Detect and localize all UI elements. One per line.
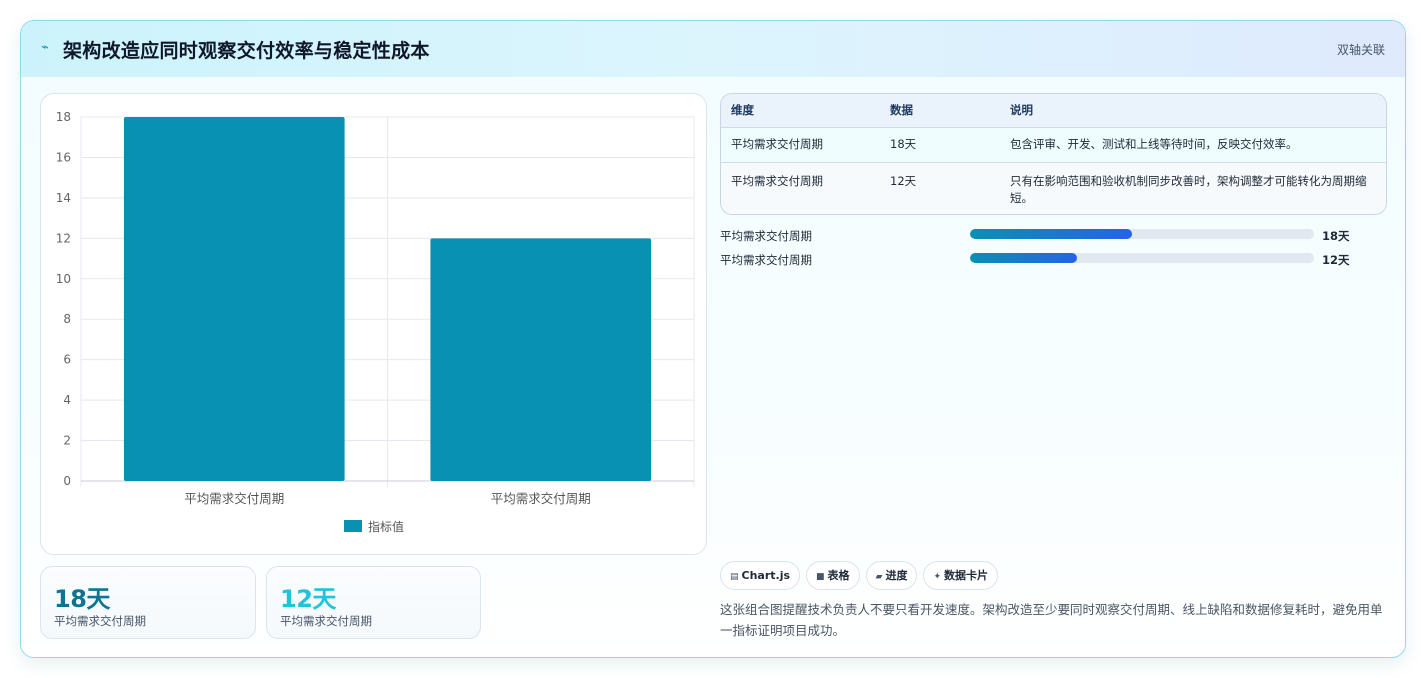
progress-label: 平均需求交付周期	[720, 253, 812, 267]
y-tick-label: 8	[63, 312, 71, 326]
report-card: ⌁ 架构改造应同时观察交付效率与稳定性成本 双轴关联 0 2 4 6 8 10 12 14 16…	[20, 20, 1406, 658]
tag-progress[interactable]: ▰ 进度	[865, 561, 918, 590]
bar	[430, 238, 652, 481]
progress-icon: ▰	[875, 572, 883, 582]
tag-label: Chart.js	[741, 569, 791, 582]
y-tick-label: 16	[56, 150, 71, 164]
progress-label: 平均需求交付周期	[720, 229, 812, 243]
tag-label: 数据卡片	[944, 569, 989, 582]
table-header-row: 维度 数据 说明	[721, 94, 1386, 127]
y-tick-label: 2	[63, 434, 71, 448]
chart-icon: ▤	[730, 572, 739, 582]
tag-label: 表格	[827, 569, 850, 582]
progress-fill	[970, 253, 1077, 263]
kpi-value: 12天	[280, 585, 336, 613]
kpi-label: 平均需求交付周期	[54, 614, 146, 628]
progress-row: 平均需求交付周期 12天	[720, 250, 1387, 274]
y-tick-label: 4	[63, 393, 71, 407]
progress-value: 18天	[1322, 229, 1350, 243]
table-cell: 18天	[890, 137, 917, 151]
table-row: 平均需求交付周期 18天 包含评审、开发、测试和上线等待时间，反映交付效率。	[721, 127, 1386, 162]
table-header-cell: 说明	[1010, 103, 1033, 118]
y-tick-label: 0	[63, 474, 71, 488]
progress-value: 12天	[1322, 253, 1350, 267]
table-cell: 包含评审、开发、测试和上线等待时间，反映交付效率。	[1010, 137, 1298, 151]
table-header-cell: 数据	[890, 103, 913, 118]
y-tick-label: 6	[63, 353, 71, 367]
legend-swatch	[344, 520, 362, 532]
y-tick-label: 14	[56, 191, 71, 205]
y-tick-label: 12	[56, 231, 71, 245]
table-row: 平均需求交付周期 12天 只有在影响范围和验收机制同步改善时，架构调整才可能转化…	[721, 162, 1386, 214]
data-table: 维度 数据 说明 平均需求交付周期 18天 包含评审、开发、测试和上线等待时间，…	[720, 93, 1387, 215]
table-cell: 12天	[890, 173, 917, 188]
table-cell: 平均需求交付周期	[731, 137, 823, 151]
kpi-card: 12天 平均需求交付周期	[266, 566, 481, 639]
table-cell: 只有在影响范围和验收机制同步改善时，架构调整才可能转化为周期缩短。	[1010, 173, 1367, 205]
legend-label: 指标值	[368, 519, 404, 534]
tag-chartjs[interactable]: ▤ Chart.js	[720, 561, 801, 590]
y-tick-label: 10	[56, 272, 71, 286]
table-cell: 平均需求交付周期	[731, 173, 823, 188]
progress-row: 平均需求交付周期 18天	[720, 226, 1387, 250]
kpi-value: 18天	[54, 585, 110, 613]
card-header: ⌁ 架构改造应同时观察交付效率与稳定性成本 双轴关联	[21, 21, 1405, 77]
tag-table[interactable]: ■ 表格	[806, 561, 860, 590]
bar-chart: 0 2 4 6 8 10 12 14 16 18 平均需求交付周期 平均需求交付周期指标值	[56, 110, 695, 534]
bar	[123, 117, 345, 481]
header-tag: 双轴关联	[1336, 43, 1385, 57]
y-tick-label: 18	[56, 110, 71, 124]
tag-data-card[interactable]: ✦ 数据卡片	[923, 561, 999, 590]
tag-label: 进度	[885, 569, 908, 582]
kpi-label: 平均需求交付周期	[280, 614, 372, 628]
table-icon: ■	[816, 572, 825, 582]
x-tick-label: 平均需求交付周期	[491, 491, 591, 506]
trend-icon: ⌁	[41, 40, 49, 55]
x-tick-label: 平均需求交付周期	[184, 491, 284, 506]
tag-list: ▤ Chart.js ■ 表格 ▰ 进度 ✦ 数据卡片	[720, 561, 1004, 590]
summary-text: 这张组合图提醒技术负责人不要只看开发速度。架构改造至少要同时观察交付周期、线上缺…	[720, 602, 1383, 638]
page-title: 架构改造应同时观察交付效率与稳定性成本	[63, 40, 430, 62]
bar-chart-panel: 0 2 4 6 8 10 12 14 16 18 平均需求交付周期 平均需求交付周期指标值	[40, 93, 707, 555]
progress-list: 平均需求交付周期 18天 平均需求交付周期 12天	[720, 226, 1387, 274]
sparkle-icon: ✦	[933, 572, 942, 582]
table-header-cell: 维度	[731, 103, 754, 118]
kpi-card: 18天 平均需求交付周期	[40, 566, 256, 639]
progress-fill	[970, 229, 1132, 239]
progress-track	[970, 229, 1314, 239]
progress-track	[970, 253, 1314, 263]
